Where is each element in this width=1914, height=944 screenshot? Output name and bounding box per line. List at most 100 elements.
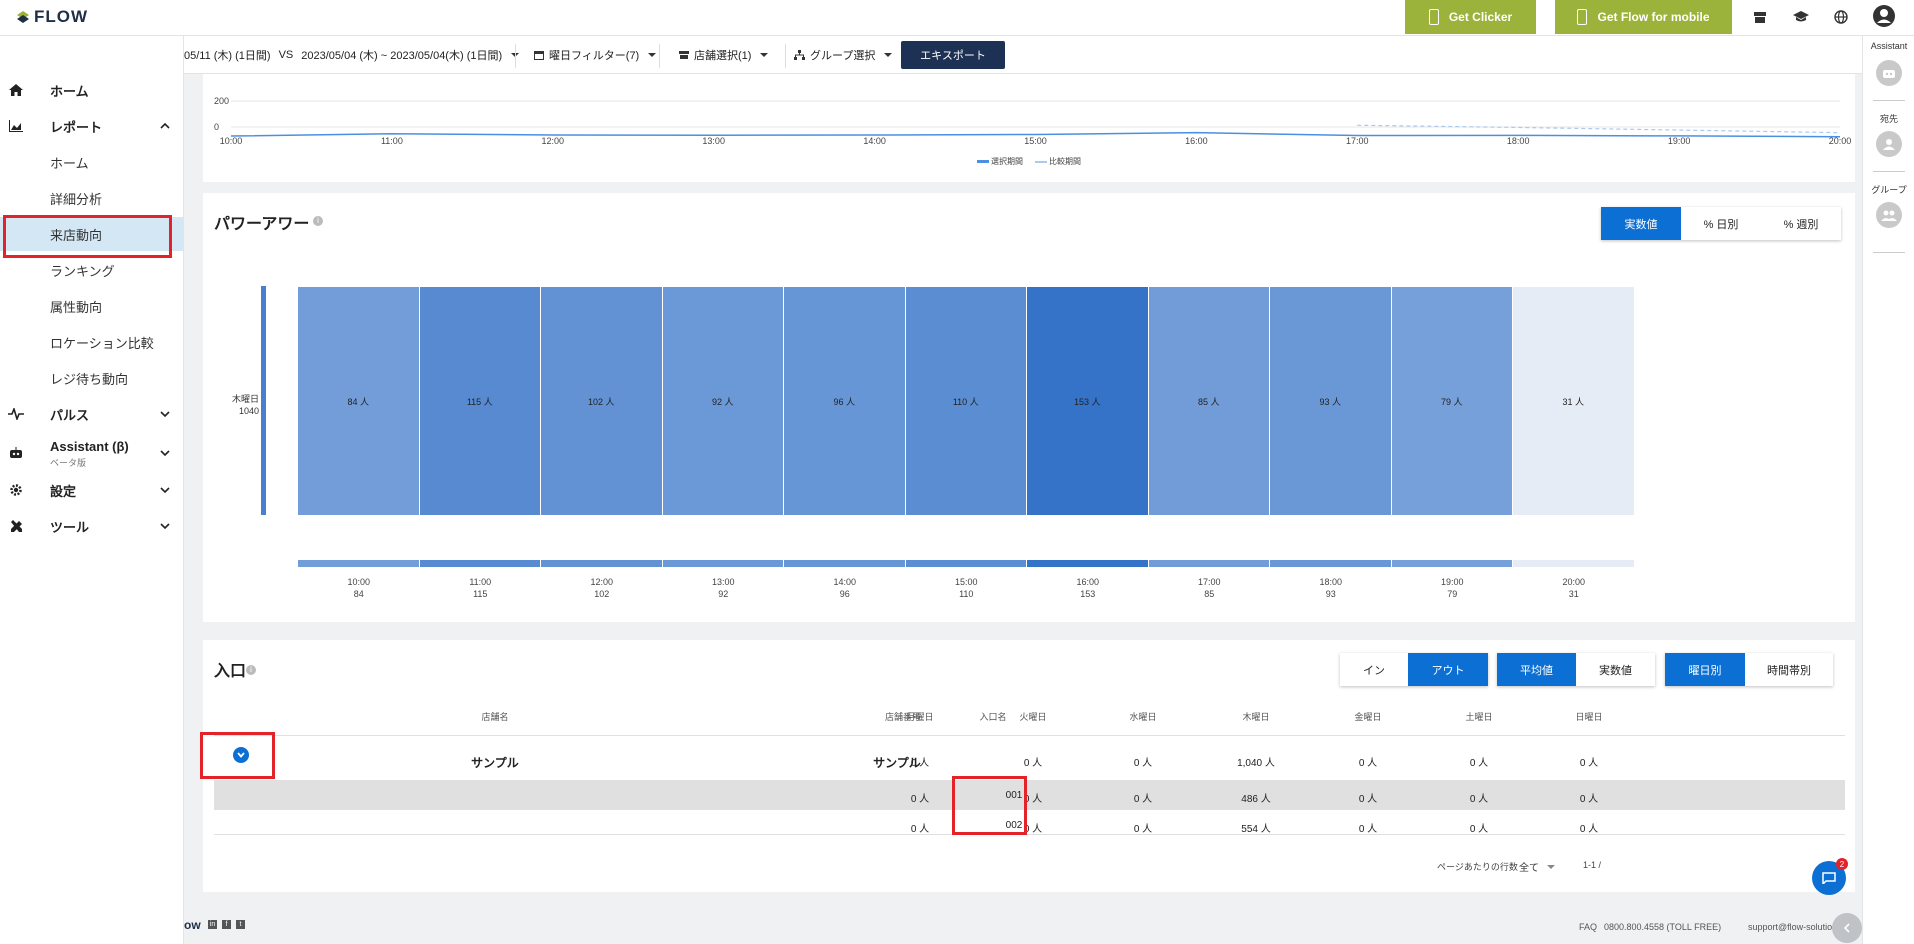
x-axis-tick: 11:00 — [381, 136, 403, 146]
flow-logo[interactable]: FLOW — [15, 7, 88, 27]
x-axis-count: 115 — [473, 589, 488, 599]
heatmap-cell[interactable]: 102 人 — [541, 287, 662, 515]
row-indicator-bar — [261, 286, 266, 515]
x-axis-tick: 13:00 92 — [693, 576, 753, 600]
get-clicker-label: Get Clicker — [1448, 10, 1513, 24]
legend-compare: 比較期間 — [1035, 156, 1081, 167]
heatmap-cell[interactable]: 84 人 — [298, 287, 419, 515]
direction-toggle: イン アウト — [1340, 653, 1488, 686]
group-select-dropdown[interactable]: グループ選択 — [794, 47, 893, 63]
sidebar-item-home[interactable]: ホーム — [0, 73, 184, 107]
subitem-label: 詳細分析 — [50, 191, 103, 207]
get-clicker-button[interactable]: Get Clicker — [1405, 0, 1536, 34]
cell-day: 0 人 — [1469, 794, 1489, 805]
heatmap-cell[interactable]: 79 人 — [1391, 287, 1512, 515]
store-select-dropdown[interactable]: 店舗選択(1) — [679, 47, 769, 63]
weekday-filter-dropdown[interactable]: 曜日フィルター(7) — [534, 47, 657, 63]
cell-store-name: サンプル — [471, 756, 519, 770]
cell-day: 0 人 — [1023, 758, 1043, 769]
sidebar-subitem-report-home[interactable]: ホーム — [0, 145, 184, 179]
cell-day: 0 人 — [910, 758, 930, 769]
sidebar-subitem-location-compare[interactable]: ロケーション比較 — [0, 325, 184, 359]
twitter-icon[interactable]: t — [236, 920, 245, 929]
sidebar-subitem-visit-trend[interactable]: 来店動向 — [0, 217, 184, 251]
sidebar-subitem-register-wait[interactable]: レジ待ち動向 — [0, 361, 184, 395]
row-day-label: 木曜日 — [231, 394, 259, 404]
toggle-out[interactable]: アウト — [1408, 653, 1488, 686]
toggle-in[interactable]: イン — [1340, 653, 1408, 686]
home-icon — [8, 82, 24, 98]
export-button[interactable]: エキスポート — [901, 41, 1005, 69]
sidebar-item-tools[interactable]: ツール — [0, 509, 184, 543]
info-icon[interactable]: i — [246, 665, 256, 675]
get-mobile-button[interactable]: Get Flow for mobile — [1555, 0, 1732, 34]
heatmap-cell[interactable]: 85 人 — [1148, 287, 1269, 515]
toggle-actual[interactable]: 実数値 — [1576, 653, 1655, 686]
toggle-percent-daily[interactable]: % 日別 — [1681, 207, 1761, 240]
date-range-selector[interactable]: 05/11 (木) (1日間) VS 2023/05/04 (木) ~ 2023… — [184, 47, 520, 63]
sidebar-subitem-attribute-trend[interactable]: 属性動向 — [0, 289, 184, 323]
toggle-average[interactable]: 平均値 — [1497, 653, 1576, 686]
panel-divider — [1873, 100, 1905, 101]
heatmap-cell[interactable]: 110 人 — [905, 287, 1026, 515]
filter-divider — [785, 44, 786, 68]
store-icon[interactable] — [1750, 7, 1770, 27]
toggle-by-weekday[interactable]: 曜日別 — [1665, 653, 1745, 686]
toggle-percent-weekly[interactable]: % 週別 — [1761, 207, 1841, 240]
x-axis-count: 110 — [959, 589, 974, 599]
caret-down-icon — [760, 53, 769, 57]
summary-strip-segment — [1513, 560, 1634, 567]
heatmap-cell[interactable]: 115 人 — [419, 287, 540, 515]
summary-strip-segment — [662, 560, 783, 567]
x-axis-tick: 16:00 — [1185, 136, 1208, 146]
caret-down-icon — [648, 53, 657, 57]
sidebar-subitem-detail-analysis[interactable]: 詳細分析 — [0, 181, 184, 215]
assistant-robot-icon[interactable] — [1876, 60, 1902, 86]
sidebar-item-settings[interactable]: 設定 — [0, 473, 184, 507]
line-chart-card: 200 0 10:00 11:00 12:00 13:00 14:00 15:00 16:00 1… — [203, 74, 1855, 182]
chevron-down-icon — [160, 523, 170, 530]
get-mobile-label: Get Flow for mobile — [1597, 10, 1710, 24]
cell-day: 0 人 — [910, 824, 930, 835]
heatmap-cell[interactable]: 153 人 — [1027, 287, 1148, 515]
x-axis-time: 16:00 — [1076, 577, 1100, 587]
sidebar-item-assistant[interactable]: Assistant (β) ベータ版 — [0, 433, 184, 473]
x-axis-tick: 19:00 79 — [1422, 576, 1482, 600]
expand-row-button[interactable] — [233, 747, 249, 763]
x-axis-tick: 20:00 31 — [1544, 576, 1604, 600]
line-chart-legend: 選択期間 比較期間 — [977, 156, 1081, 167]
chat-launcher-button[interactable]: 2 — [1812, 858, 1848, 895]
x-axis-tick: 19:00 — [1668, 136, 1691, 146]
y-axis-tick: 0 — [214, 122, 219, 132]
x-axis-tick: 17:00 — [1346, 136, 1369, 146]
sidebar-label-assistant-beta: ベータ版 — [50, 458, 87, 468]
user-avatar-icon[interactable] — [1873, 5, 1895, 27]
y-axis-tick: 200 — [214, 96, 229, 106]
entrance-card: 入口 i イン アウト 平均値 実数値 曜日別 時間帯別 店舗名 店舗番号 入口… — [203, 640, 1855, 892]
pulse-icon — [8, 406, 24, 422]
heatmap-cell[interactable]: 96 人 — [784, 287, 905, 515]
collapse-panel-button[interactable] — [1832, 913, 1862, 943]
toggle-by-hour[interactable]: 時間帯別 — [1745, 653, 1833, 686]
heatmap-cell[interactable]: 31 人 — [1513, 287, 1634, 515]
sidebar-item-pulse[interactable]: パルス — [0, 397, 184, 431]
summary-strip-segment — [1027, 560, 1148, 567]
heatmap-cell[interactable]: 92 人 — [662, 287, 783, 515]
graduation-cap-icon[interactable] — [1791, 7, 1811, 27]
group-users-icon[interactable] — [1876, 202, 1902, 228]
rows-per-page-select[interactable]: 全て — [1519, 859, 1555, 874]
destination-user-icon[interactable] — [1876, 131, 1902, 157]
facebook-icon[interactable]: f — [222, 920, 231, 929]
footer-email[interactable]: support@flow-solutio — [1748, 922, 1832, 932]
globe-icon[interactable] — [1831, 7, 1851, 27]
toggle-actual-value[interactable]: 実数値 — [1601, 207, 1681, 240]
social-links: in f t — [208, 920, 245, 929]
heatmap-cell[interactable]: 93 人 — [1270, 287, 1391, 515]
sidebar-label-tools: ツール — [50, 519, 90, 535]
row-label: 木曜日 1040 — [203, 393, 259, 417]
info-icon[interactable]: i — [313, 216, 323, 226]
sidebar-item-report[interactable]: レポート — [0, 109, 184, 143]
sidebar-subitem-ranking[interactable]: ランキング — [0, 253, 184, 287]
footer-faq-link[interactable]: FAQ — [1579, 922, 1597, 932]
linkedin-icon[interactable]: in — [208, 920, 217, 929]
